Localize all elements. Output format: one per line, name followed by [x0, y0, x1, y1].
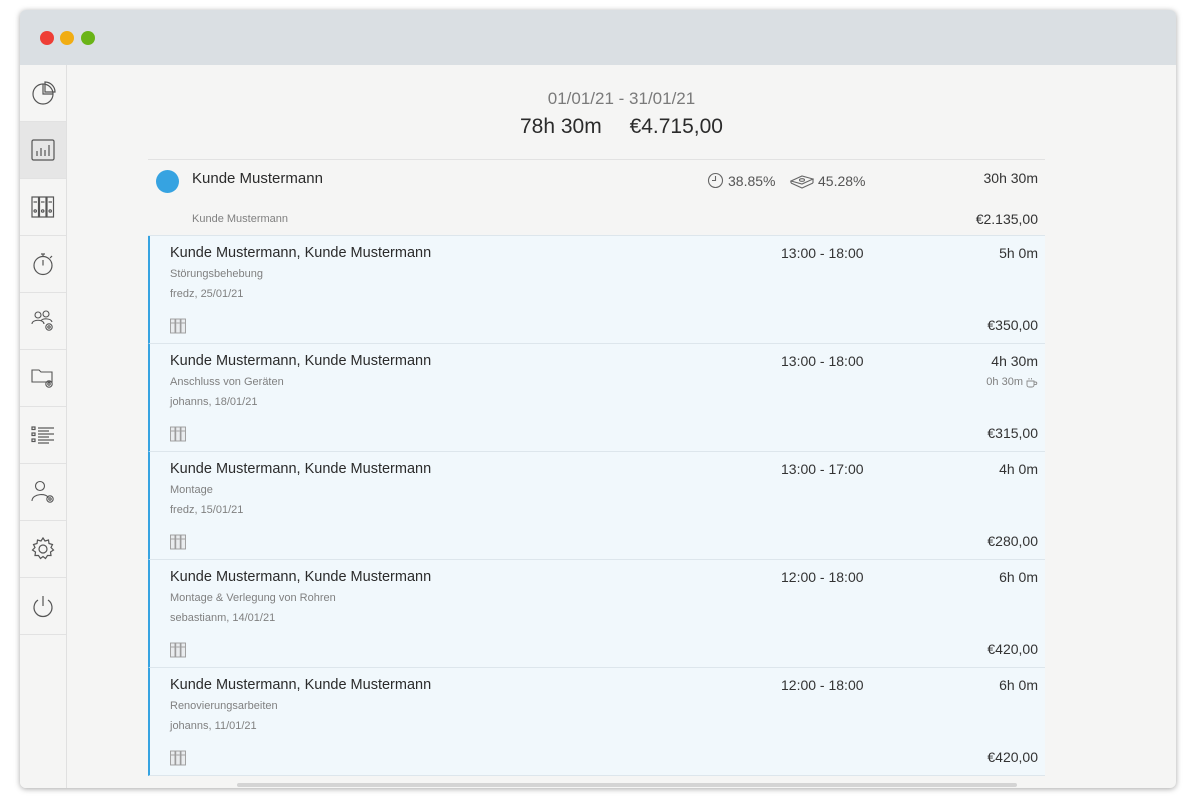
- entry-duration: 6h 0m: [999, 569, 1038, 585]
- time-entry[interactable]: Kunde Mustermann, Kunde Mustermann Ansch…: [148, 344, 1045, 452]
- entry-description: Montage: [170, 484, 213, 496]
- date-range[interactable]: 01/01/21 - 31/01/21: [67, 89, 1176, 109]
- close-window-button[interactable]: [40, 31, 54, 45]
- sidebar: [20, 65, 67, 788]
- time-entry[interactable]: Kunde Mustermann, Kunde Mustermann Monta…: [148, 452, 1045, 560]
- clock-icon: [707, 172, 724, 189]
- sidebar-item-user-settings[interactable]: [20, 464, 66, 521]
- entry-user-date: fredz, 15/01/21: [170, 504, 244, 516]
- sidebar-item-list[interactable]: [20, 407, 66, 464]
- entry-title: Kunde Mustermann, Kunde Mustermann: [170, 677, 432, 693]
- time-share-value: 38.85%: [728, 172, 776, 189]
- sidebar-item-logout[interactable]: [20, 578, 66, 635]
- entry-title: Kunde Mustermann, Kunde Mustermann: [170, 461, 432, 477]
- entry-time-range: 13:00 - 18:00: [781, 353, 864, 369]
- title-bar: [20, 10, 1176, 65]
- entry-user-date: johanns, 11/01/21: [170, 720, 257, 732]
- entry-description: Montage & Verlegung von Rohren: [170, 592, 336, 604]
- team-settings-icon: [31, 310, 53, 331]
- total-amount: €4.715,00: [629, 115, 723, 138]
- binders-icon: [170, 426, 186, 442]
- coffee-cup-icon: [1026, 377, 1038, 387]
- entry-time-range: 12:00 - 18:00: [781, 569, 864, 585]
- time-share-stat: 38.85%: [707, 172, 775, 189]
- pie-chart-icon: [32, 81, 56, 105]
- time-entry[interactable]: Kunde Mustermann, Kunde Mustermann Renov…: [148, 668, 1045, 776]
- entry-amount: €420,00: [987, 641, 1038, 657]
- entry-time-range: 13:00 - 17:00: [781, 461, 864, 477]
- entry-amount: €420,00: [987, 749, 1038, 765]
- entry-user-date: sebastianm, 14/01/21: [170, 612, 276, 624]
- time-entry[interactable]: Kunde Mustermann, Kunde Mustermann Monta…: [148, 560, 1045, 668]
- sidebar-item-dashboard[interactable]: [20, 65, 66, 122]
- client-summary-row[interactable]: Kunde Mustermann Kunde Mustermann 38.85%…: [148, 159, 1045, 236]
- entry-title: Kunde Mustermann, Kunde Mustermann: [170, 569, 432, 585]
- time-entries-list: Kunde Mustermann, Kunde Mustermann Störu…: [148, 236, 1045, 788]
- entry-duration: 4h 0m: [999, 461, 1038, 477]
- sidebar-item-settings[interactable]: [20, 521, 66, 578]
- minimize-window-button[interactable]: [60, 31, 74, 45]
- entry-description: Anschluss von Geräten: [170, 376, 284, 388]
- list-icon: [31, 426, 54, 444]
- client-color-dot: [156, 170, 179, 193]
- total-hours: 78h 30m: [519, 115, 602, 138]
- client-amount: €2.135,00: [975, 211, 1038, 227]
- client-sub-name: Kunde Mustermann: [192, 213, 288, 225]
- entry-break: 0h 30m: [986, 376, 1038, 388]
- sidebar-item-timer[interactable]: [20, 236, 66, 293]
- sidebar-item-team-settings[interactable]: [20, 293, 66, 350]
- binders-icon: [170, 642, 186, 658]
- binders-icon: [170, 534, 186, 550]
- entry-user-date: fredz, 25/01/21: [170, 288, 244, 300]
- entry-description: Störungsbehebung: [170, 268, 263, 280]
- entry-title: Kunde Mustermann, Kunde Mustermann: [170, 353, 432, 369]
- power-icon: [33, 596, 53, 618]
- gear-icon: [31, 536, 55, 560]
- entry-duration: 6h 0m: [999, 677, 1038, 693]
- sidebar-item-reports[interactable]: [20, 122, 66, 179]
- time-entry[interactable]: Kunde Mustermann, Kunde Mustermann Störu…: [148, 236, 1045, 344]
- bar-chart-icon: [31, 139, 55, 161]
- app-window: 01/01/21 - 31/01/21 78h 30m €4.715,00 Ku…: [20, 10, 1176, 788]
- sidebar-item-binders[interactable]: [20, 179, 66, 236]
- entry-amount: €315,00: [987, 425, 1038, 441]
- entry-description: Renovierungsarbeiten: [170, 700, 278, 712]
- binders-icon: [170, 318, 186, 334]
- entry-amount: €350,00: [987, 317, 1038, 333]
- entry-amount: €280,00: [987, 533, 1038, 549]
- entry-time-range: 13:00 - 18:00: [781, 245, 864, 261]
- folder-settings-icon: [31, 369, 53, 388]
- entry-user-date: johanns, 18/01/21: [170, 396, 258, 408]
- money-share-stat: 45.28%: [790, 172, 865, 189]
- binders-icon: [170, 750, 186, 766]
- client-hours: 30h 30m: [983, 170, 1038, 186]
- money-stack-icon: [790, 175, 814, 189]
- entry-title: Kunde Mustermann, Kunde Mustermann: [170, 245, 432, 261]
- stopwatch-icon: [33, 253, 53, 276]
- client-name: Kunde Mustermann: [192, 170, 323, 187]
- binders-icon: [31, 196, 55, 218]
- zoom-window-button[interactable]: [81, 31, 95, 45]
- entry-duration: 4h 30m: [991, 353, 1038, 369]
- report-content: 01/01/21 - 31/01/21 78h 30m €4.715,00 Ku…: [67, 65, 1176, 788]
- sidebar-item-project-settings[interactable]: [20, 350, 66, 407]
- entry-duration: 5h 0m: [999, 245, 1038, 261]
- user-settings-icon: [31, 480, 54, 503]
- money-share-value: 45.28%: [818, 172, 866, 189]
- horizontal-scrollbar[interactable]: [237, 783, 1017, 787]
- entry-time-range: 12:00 - 18:00: [781, 677, 864, 693]
- entry-break-value: 0h 30m: [986, 376, 1023, 388]
- report-totals: 78h 30m €4.715,00: [67, 115, 1176, 139]
